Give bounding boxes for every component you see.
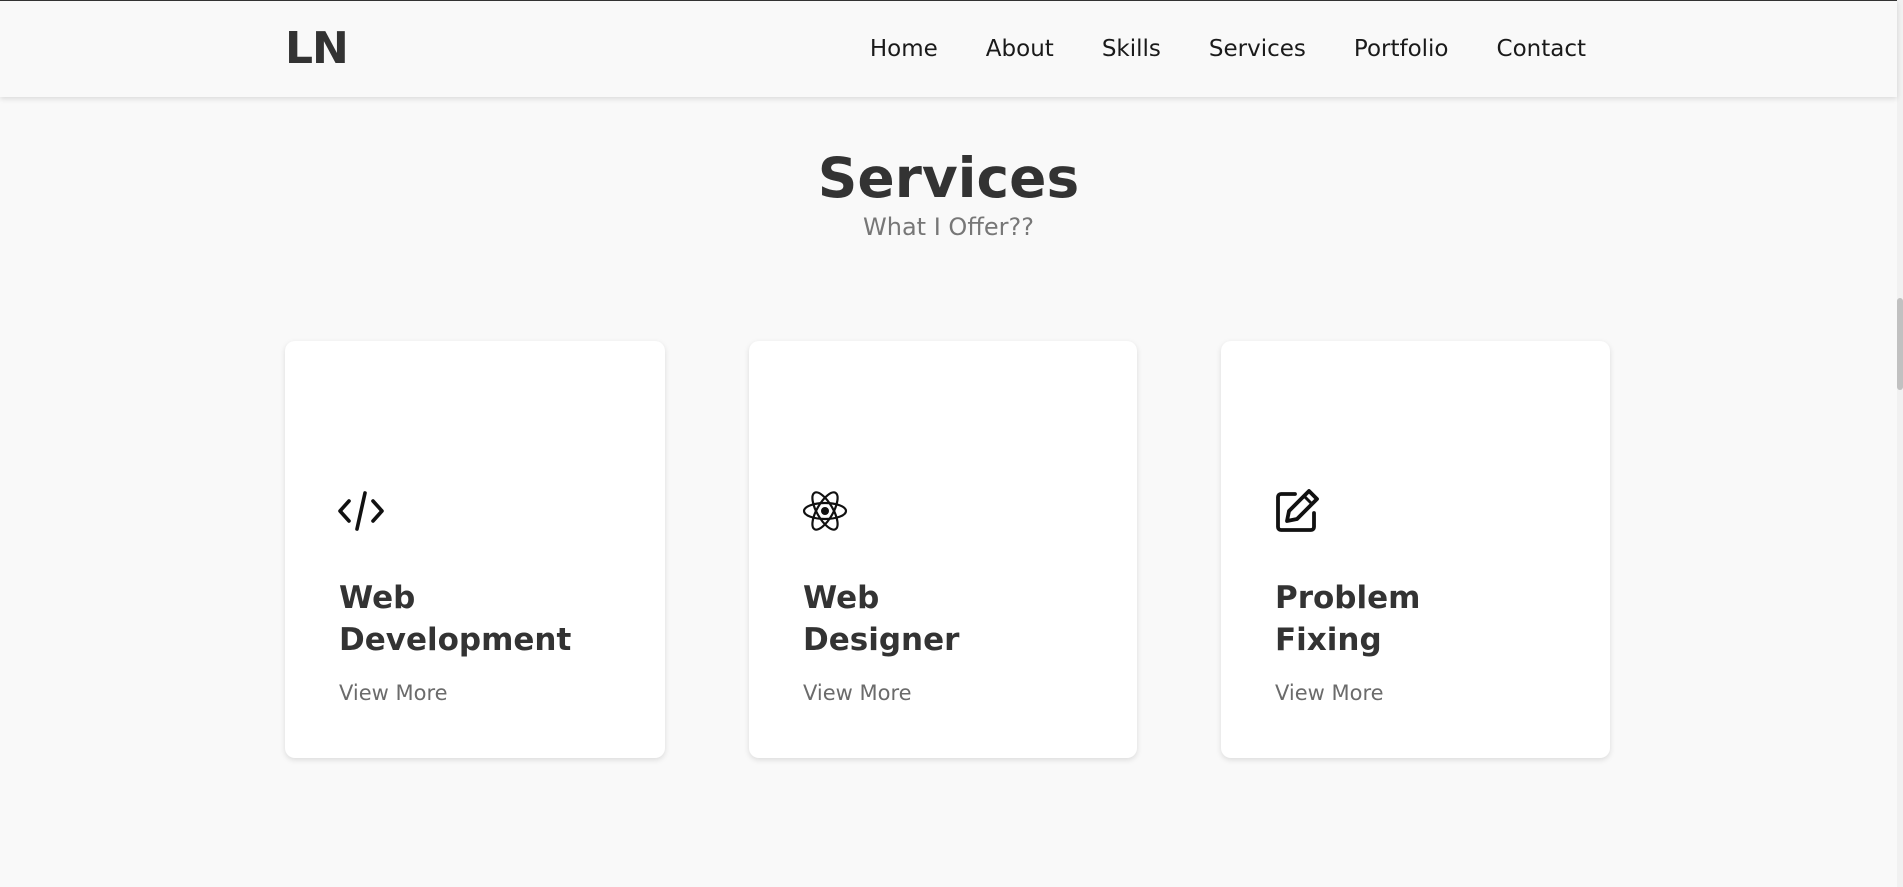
nav-skills[interactable]: Skills (1102, 31, 1161, 67)
service-card-web-designer: Web Designer View More (749, 341, 1137, 758)
view-more-link[interactable]: View More (339, 678, 448, 708)
scrollbar-thumb[interactable] (1897, 298, 1903, 390)
section-title: Services (817, 146, 1080, 210)
vertical-scrollbar[interactable] (1897, 0, 1903, 887)
card-title-line1: Problem (1275, 580, 1421, 616)
logo[interactable]: LN (285, 21, 349, 77)
card-title-line2: Fixing (1275, 622, 1382, 658)
site-header: LN Home About Skills Services Portfolio … (0, 0, 1897, 97)
nav-home[interactable]: Home (870, 31, 938, 67)
card-title: Problem Fixing (1275, 577, 1525, 661)
card-title-line1: Web (339, 580, 416, 616)
view-more-link[interactable]: View More (1275, 678, 1384, 708)
nav-services[interactable]: Services (1209, 31, 1306, 67)
nav-about[interactable]: About (986, 31, 1054, 67)
service-card-web-development: Web Development View More (285, 341, 665, 758)
card-title-line1: Web (803, 580, 880, 616)
code-icon (337, 487, 387, 535)
card-title-line2: Designer (803, 622, 960, 658)
section-subtitle: What I Offer?? (863, 213, 1034, 241)
card-title: Web Designer (803, 577, 1053, 661)
card-title-line2: Development (339, 622, 572, 658)
card-title: Web Development (339, 577, 589, 661)
nav-contact[interactable]: Contact (1497, 31, 1586, 67)
nav-portfolio[interactable]: Portfolio (1354, 31, 1449, 67)
view-more-link[interactable]: View More (803, 678, 912, 708)
edit-icon (1273, 487, 1323, 535)
service-card-problem-fixing: Problem Fixing View More (1221, 341, 1610, 758)
main-nav: Home About Skills Services Portfolio Con… (870, 31, 1586, 67)
atom-icon (801, 487, 851, 535)
